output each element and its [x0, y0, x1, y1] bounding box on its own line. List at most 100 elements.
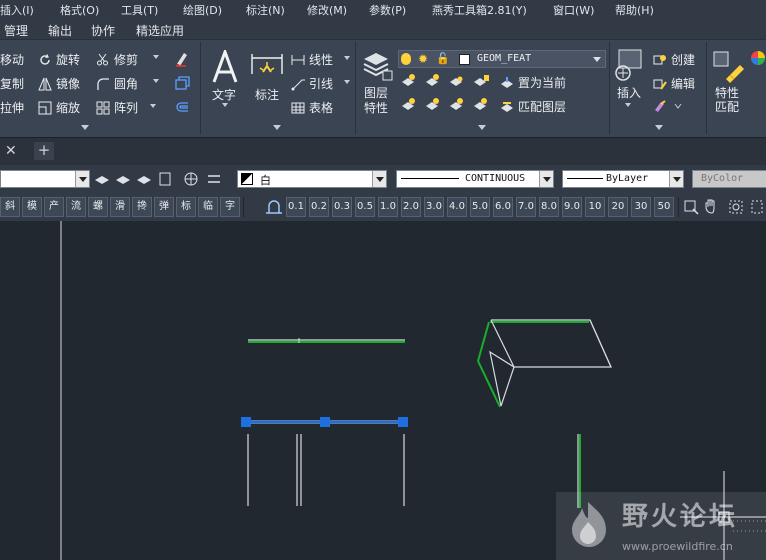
linear-dropdown-arrow[interactable] — [344, 56, 350, 60]
offset-icon[interactable] — [173, 99, 191, 117]
array-button[interactable]: 阵列 — [96, 99, 138, 116]
trim-dropdown-arrow[interactable] — [153, 55, 159, 59]
create-block-button[interactable]: 创建 — [653, 51, 695, 68]
tab-output[interactable]: 输出 — [48, 22, 72, 39]
insert-block-icon[interactable] — [613, 47, 645, 83]
scale-button[interactable]: 0.3 — [332, 197, 352, 217]
plotstyle-combo[interactable]: ByColor — [692, 170, 766, 188]
scale-button[interactable]: 4.0 — [447, 197, 467, 217]
menu-insert[interactable]: 插入(I) — [0, 2, 34, 18]
scale-button[interactable]: 10 — [585, 197, 605, 217]
menu-tools[interactable]: 工具(T) — [121, 2, 158, 18]
menu-dimension[interactable]: 标注(N) — [246, 2, 285, 18]
layer-state-combo[interactable] — [0, 170, 90, 188]
annotation-panel-expand[interactable] — [273, 125, 281, 130]
dimension-icon[interactable] — [250, 50, 284, 84]
plugin-char-button[interactable]: 模 — [22, 197, 42, 217]
lineweight-combo[interactable]: ByLayer — [562, 170, 684, 188]
scale-button[interactable]: 3.0 — [424, 197, 444, 217]
modify-panel-expand[interactable] — [81, 125, 89, 130]
rotate-button[interactable]: 旋转 — [38, 51, 80, 68]
menu-draw[interactable]: 绘图(D) — [183, 2, 222, 18]
scale-button[interactable]: 9.0 — [562, 197, 582, 217]
scale-button[interactable]: 0.1 — [286, 197, 306, 217]
stretch-button[interactable]: 拉伸 — [0, 99, 24, 116]
color-combo[interactable]: 白 — [237, 170, 387, 188]
scale-button[interactable]: 0.2 — [309, 197, 329, 217]
menu-yanxiu-toolbox[interactable]: 燕秀工具箱2.81(Y) — [432, 2, 527, 18]
move-button[interactable]: 移动 — [0, 51, 24, 68]
grip-left[interactable] — [241, 417, 251, 427]
scale-button[interactable]: 6.0 — [493, 197, 513, 217]
linear-dimension-button[interactable]: 线性 — [291, 51, 333, 68]
plugin-char-button[interactable]: 弹 — [154, 197, 174, 217]
insert-dropdown-arrow[interactable] — [625, 103, 631, 107]
tab-collaborate[interactable]: 协作 — [91, 22, 115, 39]
array-dropdown-arrow[interactable] — [150, 104, 156, 108]
block-attribute-icon[interactable] — [653, 98, 683, 114]
scale-button[interactable]: 1.0 — [378, 197, 398, 217]
plugin-char-button[interactable]: 临 — [198, 197, 218, 217]
scale-button[interactable]: 7.0 — [516, 197, 536, 217]
grip-right[interactable] — [398, 417, 408, 427]
text-dropdown-arrow[interactable] — [222, 103, 228, 107]
layer-dropdown[interactable]: ✹ 🔓 GEOM_FEAT — [398, 50, 606, 68]
tab-manage[interactable]: 管理 — [4, 22, 28, 39]
new-tab-plus-icon[interactable]: + — [34, 142, 54, 160]
rotate-icon — [40, 53, 50, 65]
scale-button[interactable]: 0.5 — [355, 197, 375, 217]
block-panel-expand[interactable] — [655, 125, 663, 130]
set-current-layer-button[interactable]: 置为当前 — [500, 74, 566, 91]
plugin-char-button[interactable]: 字 — [220, 197, 240, 217]
table-button[interactable]: 表格 — [291, 99, 333, 116]
scale-button[interactable]: 缩放 — [38, 99, 80, 116]
menu-window[interactable]: 窗口(W) — [553, 2, 594, 18]
leader-dropdown-arrow[interactable] — [344, 80, 350, 84]
scale-button[interactable]: 2.0 — [401, 197, 421, 217]
fillet-dropdown-arrow[interactable] — [153, 79, 159, 83]
scale-button[interactable]: 50 — [654, 197, 674, 217]
trim-button[interactable]: 修剪 — [96, 51, 138, 68]
layer-properties-icon[interactable] — [361, 49, 393, 83]
watermark-flame-logo — [572, 502, 606, 547]
combo-arrow-icon — [539, 171, 553, 187]
match-properties-icon[interactable] — [712, 49, 746, 83]
scale-button[interactable]: 20 — [608, 197, 628, 217]
copy-button[interactable]: 复制 — [0, 75, 24, 92]
scale-button[interactable]: 8.0 — [539, 197, 559, 217]
fillet-button[interactable]: 圆角 — [96, 75, 138, 92]
menu-parametric[interactable]: 参数(P) — [369, 2, 406, 18]
plugin-char-button[interactable]: 滑 — [110, 197, 130, 217]
layer-tools-row-1[interactable] — [400, 73, 500, 89]
explode-icon[interactable] — [173, 75, 191, 93]
match-layer-button[interactable]: 匹配图层 — [500, 98, 566, 115]
menu-format[interactable]: 格式(O) — [60, 2, 99, 18]
plugin-char-button[interactable]: 产 — [44, 197, 64, 217]
edit-block-icon — [653, 79, 667, 90]
plugin-char-button[interactable]: 螺 — [88, 197, 108, 217]
scale-button[interactable]: 30 — [631, 197, 651, 217]
plugin-char-button[interactable]: 斜 — [0, 197, 20, 217]
leader-button[interactable]: 引线 — [291, 75, 333, 92]
view-tools[interactable] — [684, 199, 764, 215]
plugin-char-button[interactable]: 搀 — [132, 197, 152, 217]
plugin-char-button[interactable]: 流 — [66, 197, 86, 217]
isometric-view[interactable] — [477, 319, 612, 408]
close-tab-icon[interactable]: ✕ — [5, 143, 17, 159]
grip-mid[interactable] — [320, 417, 330, 427]
menu-help[interactable]: 帮助(H) — [615, 2, 654, 18]
color-wheel-icon[interactable] — [750, 50, 766, 66]
tab-featured-apps[interactable]: 精选应用 — [136, 22, 184, 39]
layer-quick-tools[interactable] — [94, 170, 224, 188]
scale-tool-icon[interactable] — [264, 199, 284, 215]
erase-icon[interactable] — [173, 50, 191, 68]
edit-block-button[interactable]: 编辑 — [653, 75, 695, 92]
plugin-char-button[interactable]: 标 — [176, 197, 196, 217]
text-icon[interactable] — [210, 50, 240, 84]
layer-tools-row-2[interactable] — [400, 97, 500, 113]
menu-modify[interactable]: 修改(M) — [307, 2, 347, 18]
mirror-button[interactable]: 镜像 — [38, 75, 80, 92]
layers-panel-expand[interactable] — [478, 125, 486, 130]
scale-button[interactable]: 5.0 — [470, 197, 490, 217]
linetype-combo[interactable]: CONTINUOUS — [396, 170, 554, 188]
